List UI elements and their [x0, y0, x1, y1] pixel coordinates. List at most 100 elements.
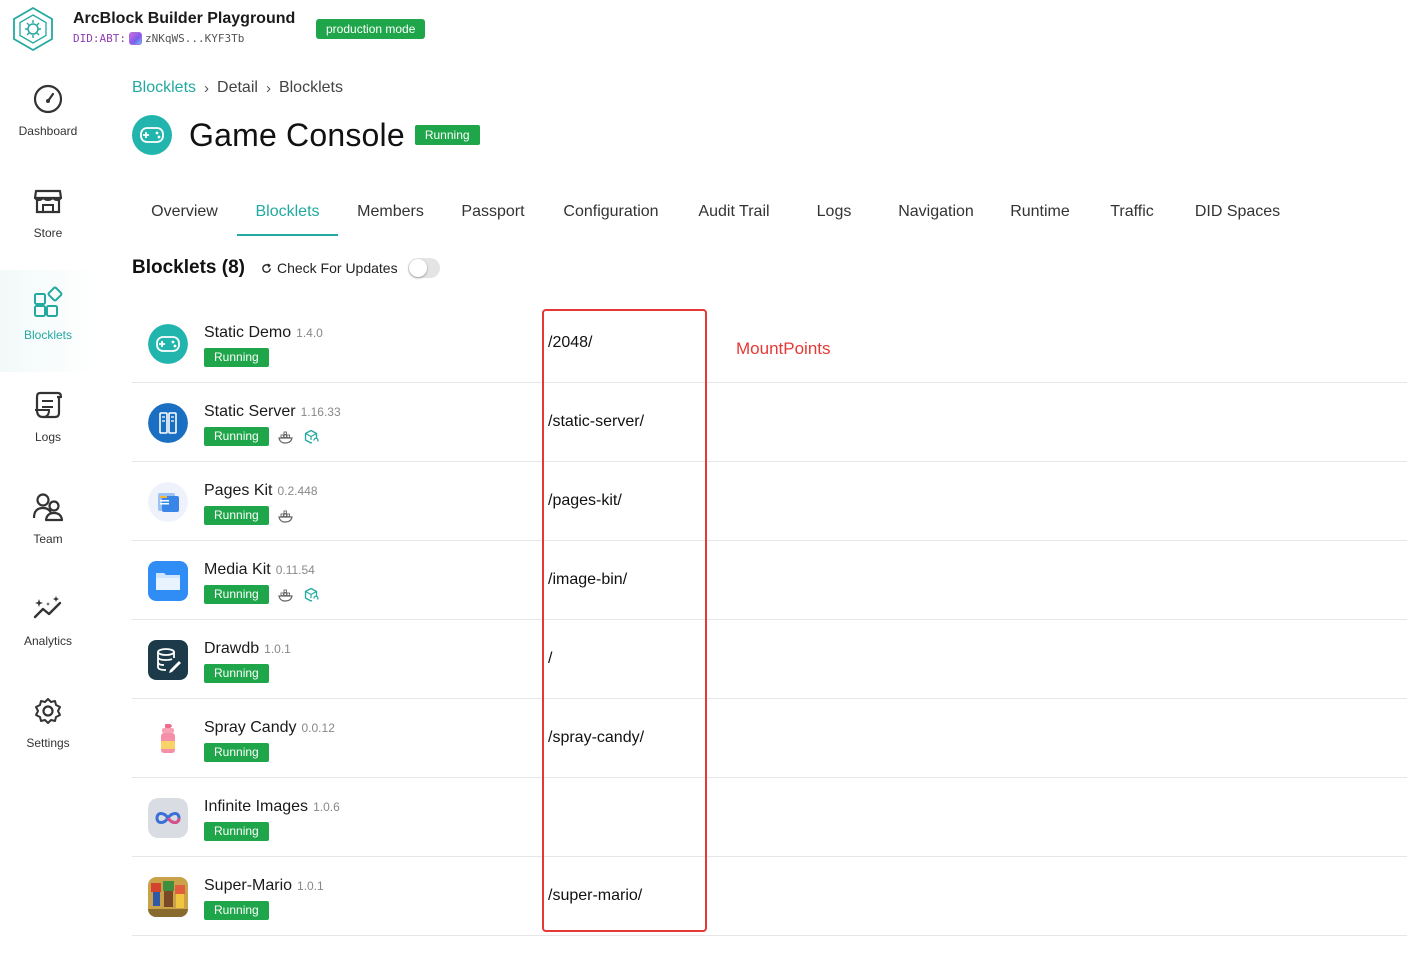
blocklet-version: 1.0.6 — [313, 800, 340, 814]
mount-point: /super-mario/ — [548, 887, 643, 904]
sidebar-item-label: Team — [33, 532, 63, 546]
mount-point: /2048/ — [548, 334, 593, 351]
sidebar-item-settings[interactable]: Settings — [0, 678, 96, 780]
status-badge: Running — [204, 585, 269, 604]
docker-icon — [277, 589, 293, 602]
tab-overview[interactable]: Overview — [132, 190, 237, 236]
breadcrumb: Blocklets › Detail › Blocklets — [132, 79, 343, 97]
tab-configuration[interactable]: Configuration — [543, 190, 679, 236]
tab-runtime[interactable]: Runtime — [998, 190, 1082, 236]
blocklet-version: 1.4.0 — [296, 326, 323, 340]
toggle-knob — [408, 259, 427, 277]
breadcrumb-item-current: Blocklets — [278, 79, 343, 96]
blocklet-title: Static Server 1.16.33 — [204, 403, 341, 421]
status-badge: Running — [204, 506, 269, 525]
blocklet-name[interactable]: Media Kit — [204, 561, 271, 579]
blocklet-row-spray-candy[interactable]: Spray Candy 0.0.12 Running /spray-candy/ — [132, 699, 1407, 778]
blocklet-badges: Running — [204, 506, 294, 525]
sidebar-item-dashboard[interactable]: Dashboard — [0, 66, 96, 168]
blocklet-version: 0.2.448 — [277, 484, 318, 498]
server-icon — [148, 403, 188, 443]
team-icon — [32, 493, 64, 522]
blocklet-title: Media Kit 0.11.54 — [204, 561, 315, 579]
production-mode-badge: production mode — [316, 19, 426, 39]
blocklet-name[interactable]: Pages Kit — [204, 482, 272, 500]
sidebar-item-blocklets[interactable]: Blocklets — [0, 270, 96, 372]
status-badge: Running — [204, 901, 269, 920]
tab-traffic[interactable]: Traffic — [1097, 190, 1167, 236]
tab-logs[interactable]: Logs — [799, 190, 869, 236]
blocklet-title: Pages Kit 0.2.448 — [204, 482, 318, 500]
analytics-icon — [33, 596, 62, 619]
component-sync-icon[interactable] — [303, 429, 319, 445]
status-badge: Running — [204, 743, 269, 762]
app-title: ArcBlock Builder Playground — [73, 10, 296, 27]
sidebar-item-store[interactable]: Store — [0, 168, 96, 270]
sidebar-item-analytics[interactable]: Analytics — [0, 576, 96, 678]
mario-icon — [148, 877, 188, 917]
mount-point: /spray-candy/ — [548, 729, 645, 746]
blocklet-title: Infinite Images 1.0.6 — [204, 798, 340, 816]
mountpoints-annotation-label: MountPoints — [736, 339, 831, 358]
blocklet-name[interactable]: Drawdb — [204, 640, 259, 658]
blocklet-badges: Running — [204, 901, 269, 920]
section-title: Blocklets (8) — [132, 257, 245, 278]
spray-can-icon — [148, 719, 188, 759]
blocklet-row-drawdb[interactable]: Drawdb 1.0.1 Running / — [132, 620, 1407, 699]
blocklet-row-static-server[interactable]: Static Server 1.16.33 Running /static-se… — [132, 383, 1407, 462]
blocklet-row-media-kit[interactable]: Media Kit 0.11.54 Running /image-bin/ — [132, 541, 1407, 620]
tab-did-spaces[interactable]: DID Spaces — [1185, 190, 1290, 236]
blocklet-name[interactable]: Spray Candy — [204, 719, 297, 737]
blocklet-version: 0.11.54 — [275, 563, 315, 577]
tab-audit-trail[interactable]: Audit Trail — [679, 190, 789, 236]
docker-icon — [277, 510, 293, 523]
section-header: Blocklets (8) Check For Updates — [132, 257, 440, 279]
sidebar-item-label: Logs — [34, 430, 62, 444]
database-pen-icon — [148, 640, 188, 680]
blocklet-name[interactable]: Super-Mario — [204, 877, 292, 895]
blocklet-name[interactable]: Static Demo — [204, 324, 291, 342]
tab-navigation[interactable]: Navigation — [881, 190, 991, 236]
blocklet-title: Static Demo 1.4.0 — [204, 324, 323, 342]
arcblock-logo-icon[interactable] — [10, 6, 56, 52]
blocklet-badges: Running — [204, 822, 269, 841]
mount-point: /pages-kit/ — [548, 492, 622, 509]
blocklets-grid-icon — [34, 286, 63, 317]
app-header: ArcBlock Builder Playground DID:ABT: zNK… — [0, 0, 1407, 60]
sidebar-item-logs[interactable]: Logs — [0, 372, 96, 474]
component-sync-icon[interactable] — [303, 587, 319, 603]
store-icon — [33, 189, 63, 214]
did-address[interactable]: DID:ABT: zNKqWS...KYF3Tb — [73, 32, 244, 45]
blocklet-badges: Running — [204, 427, 319, 446]
breadcrumb-separator: › — [204, 79, 210, 97]
tab-blocklets[interactable]: Blocklets — [237, 190, 338, 236]
mount-point: / — [548, 650, 553, 667]
refresh-icon — [262, 263, 271, 273]
sidebar-item-team[interactable]: Team — [0, 474, 96, 576]
blocklet-title: Drawdb 1.0.1 — [204, 640, 291, 658]
blocklet-badges: Running — [204, 585, 319, 604]
breadcrumb-link-blocklets[interactable]: Blocklets — [132, 79, 196, 97]
breadcrumb-separator: › — [265, 79, 271, 97]
folder-icon — [148, 561, 188, 601]
blocklet-row-infinite-images[interactable]: Infinite Images 1.0.6 Running — [132, 778, 1407, 857]
blocklet-row-super-mario[interactable]: Super-Mario 1.0.1 Running /super-mario/ — [132, 857, 1407, 936]
blocklet-title: Spray Candy 0.0.12 — [204, 719, 335, 737]
blocklet-badges: Running — [204, 664, 269, 683]
tab-members[interactable]: Members — [338, 190, 443, 236]
auto-update-toggle[interactable] — [407, 258, 440, 278]
sidebar-item-label: Blocklets — [23, 328, 73, 342]
docker-icon — [277, 431, 293, 444]
infinity-icon — [148, 798, 188, 838]
sidebar-item-label: Analytics — [23, 634, 73, 648]
blocklet-name[interactable]: Static Server — [204, 403, 296, 421]
status-badge: Running — [204, 822, 269, 841]
tab-passport[interactable]: Passport — [443, 190, 543, 236]
check-updates-button[interactable]: Check For Updates — [261, 260, 398, 276]
blocklet-name[interactable]: Infinite Images — [204, 798, 308, 816]
did-prefix: DID:ABT: — [73, 32, 126, 45]
page-title: Game Console — [189, 116, 405, 153]
blocklet-row-pages-kit[interactable]: Pages Kit 0.2.448 Running /pages-kit/ — [132, 462, 1407, 541]
breadcrumb-item-detail: Detail — [217, 79, 258, 96]
page-header: Game Console Running — [132, 115, 480, 155]
